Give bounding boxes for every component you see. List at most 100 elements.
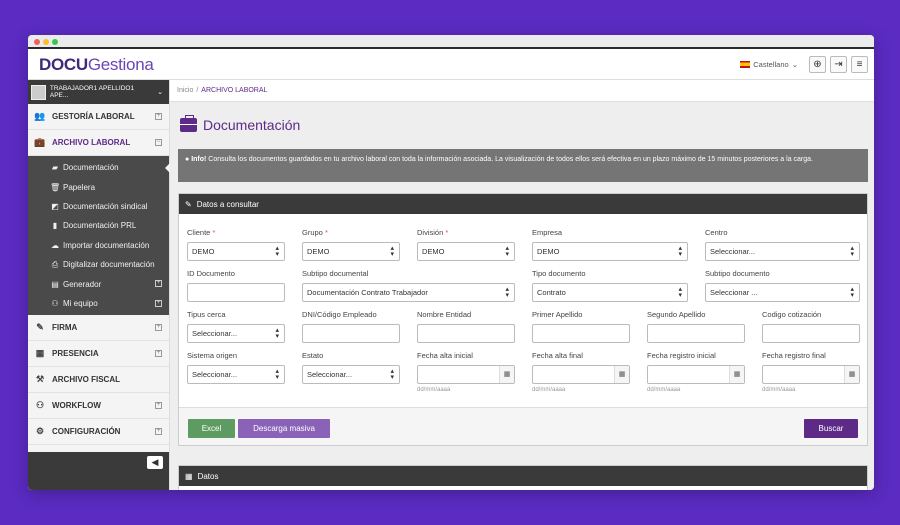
dni-input[interactable] bbox=[302, 324, 400, 343]
subitem-label: Generador bbox=[63, 279, 102, 289]
field-primer-apellido: Primer Apellido bbox=[532, 310, 630, 343]
subitem-documentacion-sindical[interactable]: ◩ Documentación sindical bbox=[28, 197, 169, 216]
field-fecha-registro-inicial: Fecha registro inicial ▦ dd/mm/aaaa bbox=[647, 351, 745, 393]
select-value: DEMO bbox=[307, 247, 330, 256]
centro-select[interactable]: Seleccionar... ▴ ▾ bbox=[705, 242, 860, 261]
field-label: Fecha alta final bbox=[532, 351, 583, 360]
expand-icon: + bbox=[155, 280, 162, 288]
close-window-icon[interactable] bbox=[34, 39, 40, 45]
subitem-label: Mi equipo bbox=[63, 298, 98, 308]
calendar-icon[interactable]: ▦ bbox=[614, 366, 629, 383]
nombre-entidad-input[interactable] bbox=[417, 324, 515, 343]
field-tipus-cerca: Tipus cerca Seleccionar... ▴ ▾ bbox=[187, 310, 285, 343]
nav-label: ARCHIVO FISCAL bbox=[52, 375, 120, 385]
codigo-cotizacion-input[interactable] bbox=[762, 324, 860, 343]
chevron-down-icon: ⌄ bbox=[157, 89, 163, 96]
page-title-text: Documentación bbox=[203, 117, 301, 133]
maximize-window-icon[interactable] bbox=[52, 39, 58, 45]
subitem-digitalizar[interactable]: ⎙ Digitalizar documentación bbox=[28, 255, 169, 274]
select-value: Seleccionar... bbox=[192, 370, 238, 379]
select-value: Seleccionar... bbox=[192, 329, 238, 338]
tipus-cerca-select[interactable]: Seleccionar... ▴ ▾ bbox=[187, 324, 285, 343]
estato-select[interactable]: Seleccionar... ▴ ▾ bbox=[302, 365, 400, 384]
field-label: Primer Apellido bbox=[532, 310, 583, 319]
subitem-importar[interactable]: ☁ Importar documentación bbox=[28, 236, 169, 255]
cloud-upload-icon: ☁ bbox=[51, 240, 59, 250]
nav-presencia[interactable]: ▦ PRESENCIA + bbox=[28, 341, 169, 368]
select-value: Seleccionar... bbox=[307, 370, 353, 379]
nav-archivo-fiscal[interactable]: ⚒ ARCHIVO FISCAL bbox=[28, 367, 169, 394]
fecha-registro-final-input[interactable]: ▦ bbox=[762, 365, 860, 384]
subtipo-documento-select[interactable]: Seleccionar ... ▴ ▾ bbox=[705, 283, 860, 302]
breadcrumb-current: ARCHIVO LABORAL bbox=[201, 87, 268, 94]
grupo-select[interactable]: DEMO ▴ ▾ bbox=[302, 242, 400, 261]
calendar-icon[interactable]: ▦ bbox=[729, 366, 744, 383]
logo[interactable]: DOCUGestiona bbox=[39, 55, 154, 75]
excel-button[interactable]: Excel bbox=[188, 419, 235, 438]
sort-caret-icon: ▴ ▾ bbox=[275, 245, 279, 258]
expand-icon: + bbox=[155, 428, 162, 436]
menu-button[interactable]: ≡ bbox=[851, 56, 868, 73]
subitem-documentacion-prl[interactable]: ▮ Documentación PRL bbox=[28, 216, 169, 235]
page-title: Documentación bbox=[180, 115, 301, 133]
user-dropdown[interactable]: TRABAJADOR1 APELLIDO1 APE... ⌄ bbox=[28, 80, 169, 104]
subtipo-documental-select[interactable]: Documentación Contrato Trabajador ▴ ▾ bbox=[302, 283, 515, 302]
field-label: Tipus cerca bbox=[187, 310, 226, 319]
minimize-window-icon[interactable] bbox=[43, 39, 49, 45]
calendar-icon[interactable]: ▦ bbox=[844, 366, 859, 383]
subitem-mi-equipo[interactable]: ⚇ Mi equipo + bbox=[28, 294, 169, 313]
fecha-registro-inicial-input[interactable]: ▦ bbox=[647, 365, 745, 384]
nav-label: WORKFLOW bbox=[52, 401, 101, 411]
field-estato: Estato Seleccionar... ▴ ▾ bbox=[302, 351, 400, 384]
field-id-documento: ID Documento bbox=[187, 269, 285, 302]
collapse-icon: − bbox=[155, 139, 162, 146]
trash-icon: 🗑 bbox=[50, 182, 61, 192]
division-select[interactable]: DEMO ▴ ▾ bbox=[417, 242, 515, 261]
info-text: Consulta los documentos guardados en tu … bbox=[206, 156, 813, 163]
panel-header: ✎ Datos a consultar bbox=[179, 194, 867, 214]
nav-configuracion[interactable]: ⚙ CONFIGURACIÓN + bbox=[28, 419, 169, 446]
expand-icon: + bbox=[155, 324, 162, 332]
subitem-label: Digitalizar documentación bbox=[63, 260, 155, 270]
field-label: Fecha registro final bbox=[762, 351, 826, 360]
select-value: Seleccionar... bbox=[710, 247, 756, 256]
breadcrumb-home[interactable]: Inicio bbox=[177, 87, 193, 94]
nav-archivo-laboral[interactable]: 💼 ARCHIVO LABORAL − bbox=[28, 130, 169, 156]
field-segundo-apellido: Segundo Apellido bbox=[647, 310, 745, 343]
empresa-select[interactable]: DEMO ▴ ▾ bbox=[532, 242, 688, 261]
date-format-hint: dd/mm/aaaa bbox=[532, 387, 566, 393]
sort-caret-icon: ▴ ▾ bbox=[275, 368, 279, 381]
sitemap-icon: ⚇ bbox=[51, 298, 59, 308]
help-button[interactable]: ⊕ bbox=[809, 56, 826, 73]
avatar bbox=[31, 84, 46, 100]
file-icon: ▮ bbox=[52, 221, 58, 231]
sidebar: TRABAJADOR1 APELLIDO1 APE... ⌄ 👥 GESTORÍ… bbox=[28, 80, 170, 490]
required-mark: * bbox=[445, 228, 449, 237]
id-documento-input[interactable] bbox=[187, 283, 285, 302]
lifebuoy-icon: ⊕ bbox=[813, 59, 822, 70]
nav-gestoria-laboral[interactable]: 👥 GESTORÍA LABORAL + bbox=[28, 104, 169, 130]
gear-icon: ⚙ bbox=[35, 426, 45, 437]
segundo-apellido-input[interactable] bbox=[647, 324, 745, 343]
language-selector[interactable]: Castellano ⌄ bbox=[740, 60, 798, 69]
nav-firma[interactable]: ✎ FIRMA + bbox=[28, 315, 169, 342]
calendar-icon[interactable]: ▦ bbox=[499, 366, 514, 383]
sistema-origen-select[interactable]: Seleccionar... ▴ ▾ bbox=[187, 365, 285, 384]
collapse-sidebar-button[interactable]: ◀ bbox=[147, 456, 163, 469]
fecha-alta-inicial-input[interactable]: ▦ bbox=[417, 365, 515, 384]
logout-button[interactable]: ⇥ bbox=[830, 56, 847, 73]
buscar-button[interactable]: Buscar bbox=[804, 419, 858, 438]
subitem-generador[interactable]: ▤ Generador + bbox=[28, 274, 169, 293]
primer-apellido-input[interactable] bbox=[532, 324, 630, 343]
field-subtipo-documental: Subtipo documental Documentación Contrat… bbox=[302, 269, 515, 302]
subitem-papelera[interactable]: 🗑 Papelera bbox=[28, 177, 169, 196]
sort-caret-icon: ▴ ▾ bbox=[505, 286, 509, 299]
subitem-documentacion[interactable]: ▰ Documentación bbox=[28, 158, 170, 177]
descarga-masiva-button[interactable]: Descarga masiva bbox=[238, 419, 330, 438]
chevron-down-icon: ⌄ bbox=[791, 60, 798, 69]
fecha-alta-final-input[interactable]: ▦ bbox=[532, 365, 630, 384]
tipo-documento-select[interactable]: Contrato ▴ ▾ bbox=[532, 283, 688, 302]
cliente-select[interactable]: DEMO ▴ ▾ bbox=[187, 242, 285, 261]
field-label: Nombre Entidad bbox=[417, 310, 472, 319]
nav-workflow[interactable]: ⚇ WORKFLOW + bbox=[28, 393, 169, 420]
